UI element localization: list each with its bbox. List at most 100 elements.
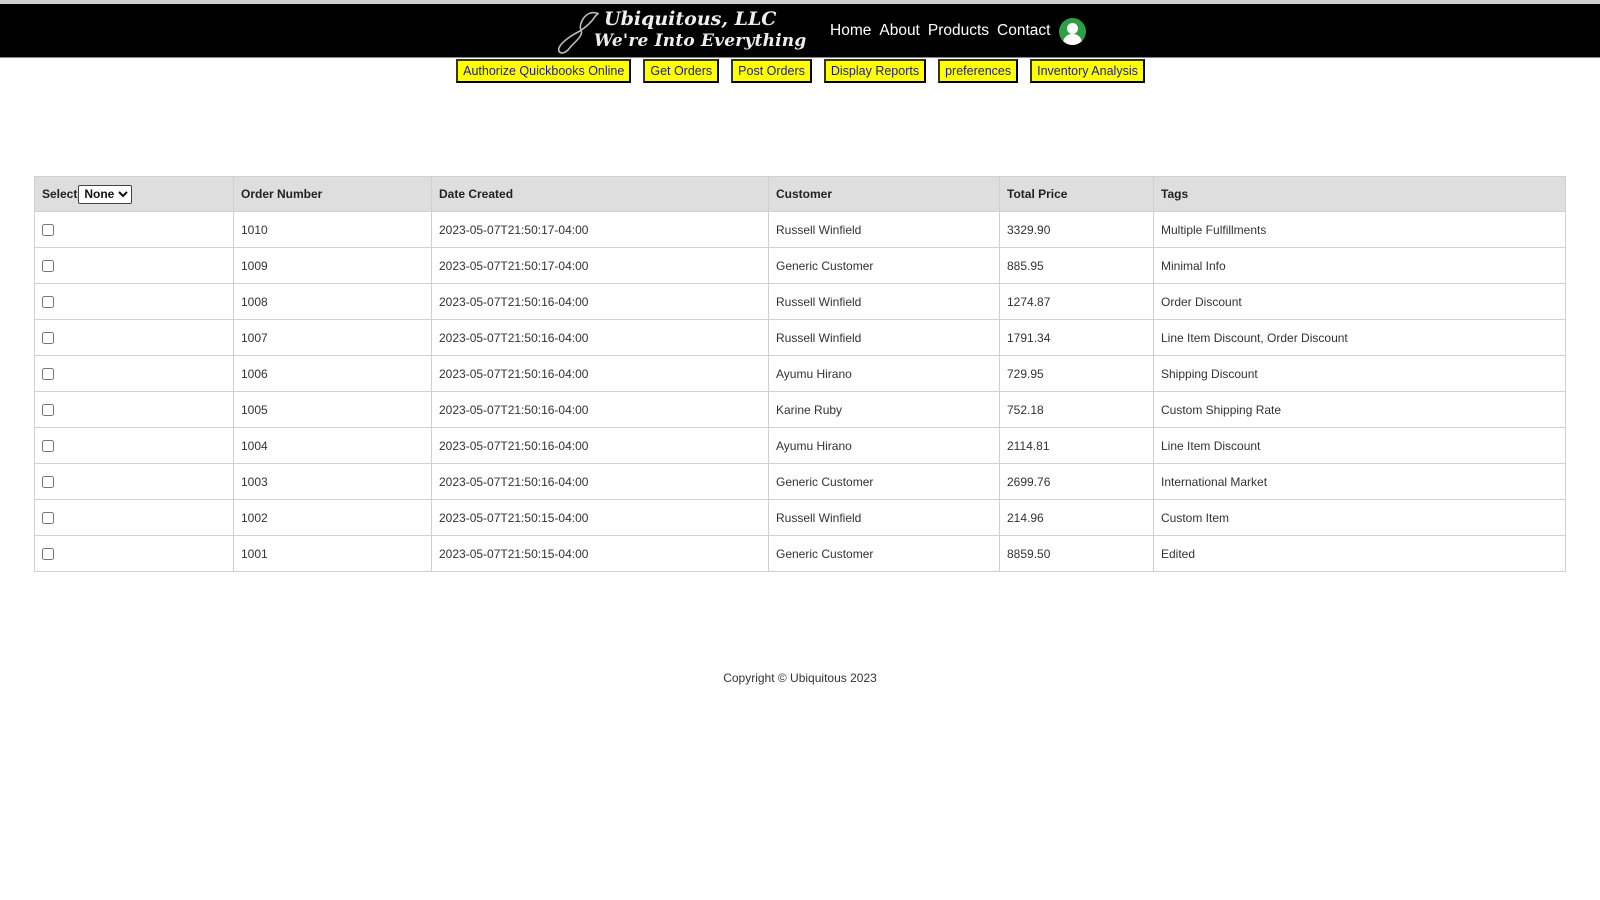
table-row: 1009 2023-05-07T21:50:17-04:00 Generic Cus… [34, 247, 1566, 284]
order-number-cell: 1003 [233, 463, 432, 500]
date-created-cell: 2023-05-07T21:50:17-04:00 [431, 211, 769, 248]
row-select-cell [34, 247, 234, 284]
row-select-cell [34, 391, 234, 428]
date-created-cell: 2023-05-07T21:50:15-04:00 [431, 535, 769, 572]
nav-about[interactable]: About [879, 22, 920, 40]
row-select-checkbox[interactable] [42, 512, 54, 525]
tags-cell: Edited [1153, 535, 1566, 572]
order-number-cell: 1006 [233, 355, 432, 392]
order-number-cell: 1010 [233, 211, 432, 248]
row-select-cell [34, 463, 234, 500]
brand-title: Ubiquitous, LLC [604, 8, 777, 30]
tags-cell: Shipping Discount [1153, 355, 1566, 392]
tags-cell: Custom Shipping Rate [1153, 391, 1566, 428]
row-select-checkbox[interactable] [42, 260, 54, 273]
nav-home[interactable]: Home [830, 22, 871, 40]
orders-table-body: 1010 2023-05-07T21:50:17-04:00 Russell Win… [34, 211, 1566, 572]
table-row: 1003 2023-05-07T21:50:16-04:00 Generic Cus… [34, 463, 1566, 500]
user-icon-body [1063, 33, 1083, 45]
total-price-cell: 1274.87 [999, 283, 1154, 320]
row-select-checkbox[interactable] [42, 404, 54, 417]
order-number-cell: 1007 [233, 319, 432, 356]
action-toolbar: Authorize Quickbooks Online Get Orders P… [0, 59, 1600, 83]
customer-cell: Karine Ruby [768, 391, 1000, 428]
row-select-checkbox[interactable] [42, 548, 54, 561]
date-created-cell: 2023-05-07T21:50:16-04:00 [431, 391, 769, 428]
date-created-cell: 2023-05-07T21:50:17-04:00 [431, 247, 769, 284]
total-price-cell: 8859.50 [999, 535, 1154, 572]
nav-contact[interactable]: Contact [997, 22, 1050, 40]
total-price-cell: 2699.76 [999, 463, 1154, 500]
header-tags: Tags [1153, 176, 1566, 212]
customer-cell: Russell Winfield [768, 283, 1000, 320]
nav-products[interactable]: Products [928, 22, 989, 40]
customer-cell: Ayumu Hirano [768, 355, 1000, 392]
table-header-row: Select None Order Number Date Created Cu… [34, 176, 1566, 212]
main-nav: Home About Products Contact [830, 4, 1087, 58]
select-filter-dropdown[interactable]: None [78, 184, 133, 204]
order-number-cell: 1005 [233, 391, 432, 428]
table-row: 1004 2023-05-07T21:50:16-04:00 Ayumu Hiran… [34, 427, 1566, 464]
post-orders-button[interactable]: Post Orders [731, 59, 812, 83]
site-header: Ubiquitous, LLC We're Into Everything Ho… [0, 4, 1600, 58]
customer-cell: Generic Customer [768, 463, 1000, 500]
date-created-cell: 2023-05-07T21:50:15-04:00 [431, 499, 769, 536]
customer-cell: Russell Winfield [768, 211, 1000, 248]
date-created-cell: 2023-05-07T21:50:16-04:00 [431, 463, 769, 500]
row-select-cell [34, 535, 234, 572]
orders-table: Select None Order Number Date Created Cu… [34, 176, 1566, 572]
tags-cell: Custom Item [1153, 499, 1566, 536]
get-orders-button[interactable]: Get Orders [643, 59, 720, 83]
customer-cell: Generic Customer [768, 535, 1000, 572]
header-select: Select None [34, 176, 234, 212]
table-row: 1007 2023-05-07T21:50:16-04:00 Russell Win… [34, 319, 1566, 356]
date-created-cell: 2023-05-07T21:50:16-04:00 [431, 283, 769, 320]
order-number-cell: 1009 [233, 247, 432, 284]
preferences-button[interactable]: preferences [938, 59, 1019, 83]
row-select-cell [34, 355, 234, 392]
user-icon-head [1067, 22, 1079, 34]
table-row: 1001 2023-05-07T21:50:15-04:00 Generic Cus… [34, 535, 1566, 572]
row-select-cell [34, 499, 234, 536]
date-created-cell: 2023-05-07T21:50:16-04:00 [431, 427, 769, 464]
table-row: 1005 2023-05-07T21:50:16-04:00 Karine Ruby… [34, 391, 1566, 428]
table-row: 1006 2023-05-07T21:50:16-04:00 Ayumu Hiran… [34, 355, 1566, 392]
row-select-cell [34, 427, 234, 464]
brand-logo[interactable]: Ubiquitous, LLC We're Into Everything [556, 6, 806, 56]
table-row: 1008 2023-05-07T21:50:16-04:00 Russell Win… [34, 283, 1566, 320]
header-total-price: Total Price [999, 176, 1154, 212]
authorize-quickbooks-button[interactable]: Authorize Quickbooks Online [456, 59, 632, 83]
total-price-cell: 729.95 [999, 355, 1154, 392]
order-number-cell: 1001 [233, 535, 432, 572]
customer-cell: Russell Winfield [768, 499, 1000, 536]
row-select-cell [34, 283, 234, 320]
footer-copyright: Copyright © Ubiquitous 2023 [723, 671, 877, 685]
tags-cell: Order Discount [1153, 283, 1566, 320]
total-price-cell: 3329.90 [999, 211, 1154, 248]
header-customer: Customer [768, 176, 1000, 212]
table-row: 1010 2023-05-07T21:50:17-04:00 Russell Win… [34, 211, 1566, 248]
customer-cell: Russell Winfield [768, 319, 1000, 356]
tags-cell: International Market [1153, 463, 1566, 500]
customer-cell: Generic Customer [768, 247, 1000, 284]
row-select-checkbox[interactable] [42, 440, 54, 453]
tags-cell: Minimal Info [1153, 247, 1566, 284]
inventory-analysis-button[interactable]: Inventory Analysis [1030, 59, 1145, 83]
date-created-cell: 2023-05-07T21:50:16-04:00 [431, 319, 769, 356]
order-number-cell: 1008 [233, 283, 432, 320]
row-select-checkbox[interactable] [42, 296, 54, 309]
row-select-checkbox[interactable] [42, 332, 54, 345]
row-select-checkbox[interactable] [42, 476, 54, 489]
display-reports-button[interactable]: Display Reports [823, 59, 927, 83]
order-number-cell: 1002 [233, 499, 432, 536]
header-date-created: Date Created [431, 176, 769, 212]
tags-cell: Line Item Discount [1153, 427, 1566, 464]
customer-cell: Ayumu Hirano [768, 427, 1000, 464]
order-number-cell: 1004 [233, 427, 432, 464]
user-avatar-icon[interactable] [1059, 17, 1087, 45]
total-price-cell: 1791.34 [999, 319, 1154, 356]
row-select-checkbox[interactable] [42, 368, 54, 381]
header-order-number: Order Number [233, 176, 432, 212]
total-price-cell: 752.18 [999, 391, 1154, 428]
row-select-checkbox[interactable] [42, 224, 54, 237]
